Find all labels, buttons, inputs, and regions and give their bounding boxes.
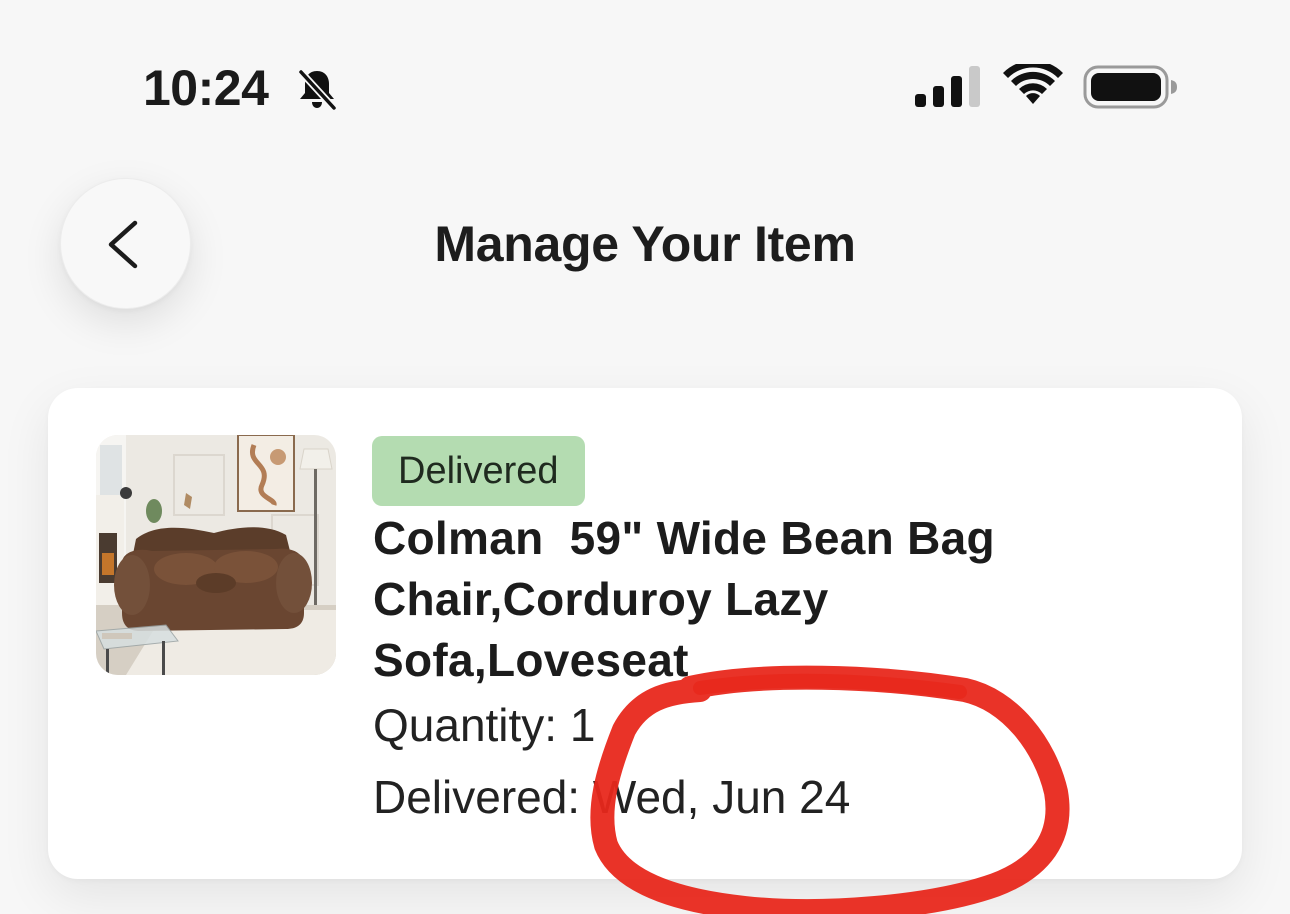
quantity-value: 1 (569, 699, 596, 751)
battery-icon (1083, 65, 1177, 109)
product-title[interactable]: Colman 59" Wide Bean Bag Chair,Corduroy … (373, 508, 1093, 691)
cellular-signal-icon (915, 66, 980, 107)
bell-slash-icon (297, 68, 338, 112)
quantity-line: Quantity: 1 (373, 694, 595, 756)
status-bar: 10:24 (0, 0, 1290, 150)
delivered-label: Delivered: (373, 771, 581, 823)
delivered-date: Wed, Jun 24 (592, 771, 851, 823)
page-title: Manage Your Item (434, 216, 856, 272)
quantity-label: Quantity: (373, 699, 558, 751)
item-card: Delivered Colman 59" Wide Bean Bag Chair… (48, 388, 1242, 879)
product-image[interactable] (96, 435, 336, 675)
status-time: 10:24 (143, 60, 269, 116)
bean-bag-sofa-photo (96, 435, 336, 675)
status-badge: Delivered (372, 436, 585, 506)
wifi-icon (1003, 64, 1063, 104)
delivered-line: Delivered: Wed, Jun 24 (373, 766, 850, 828)
